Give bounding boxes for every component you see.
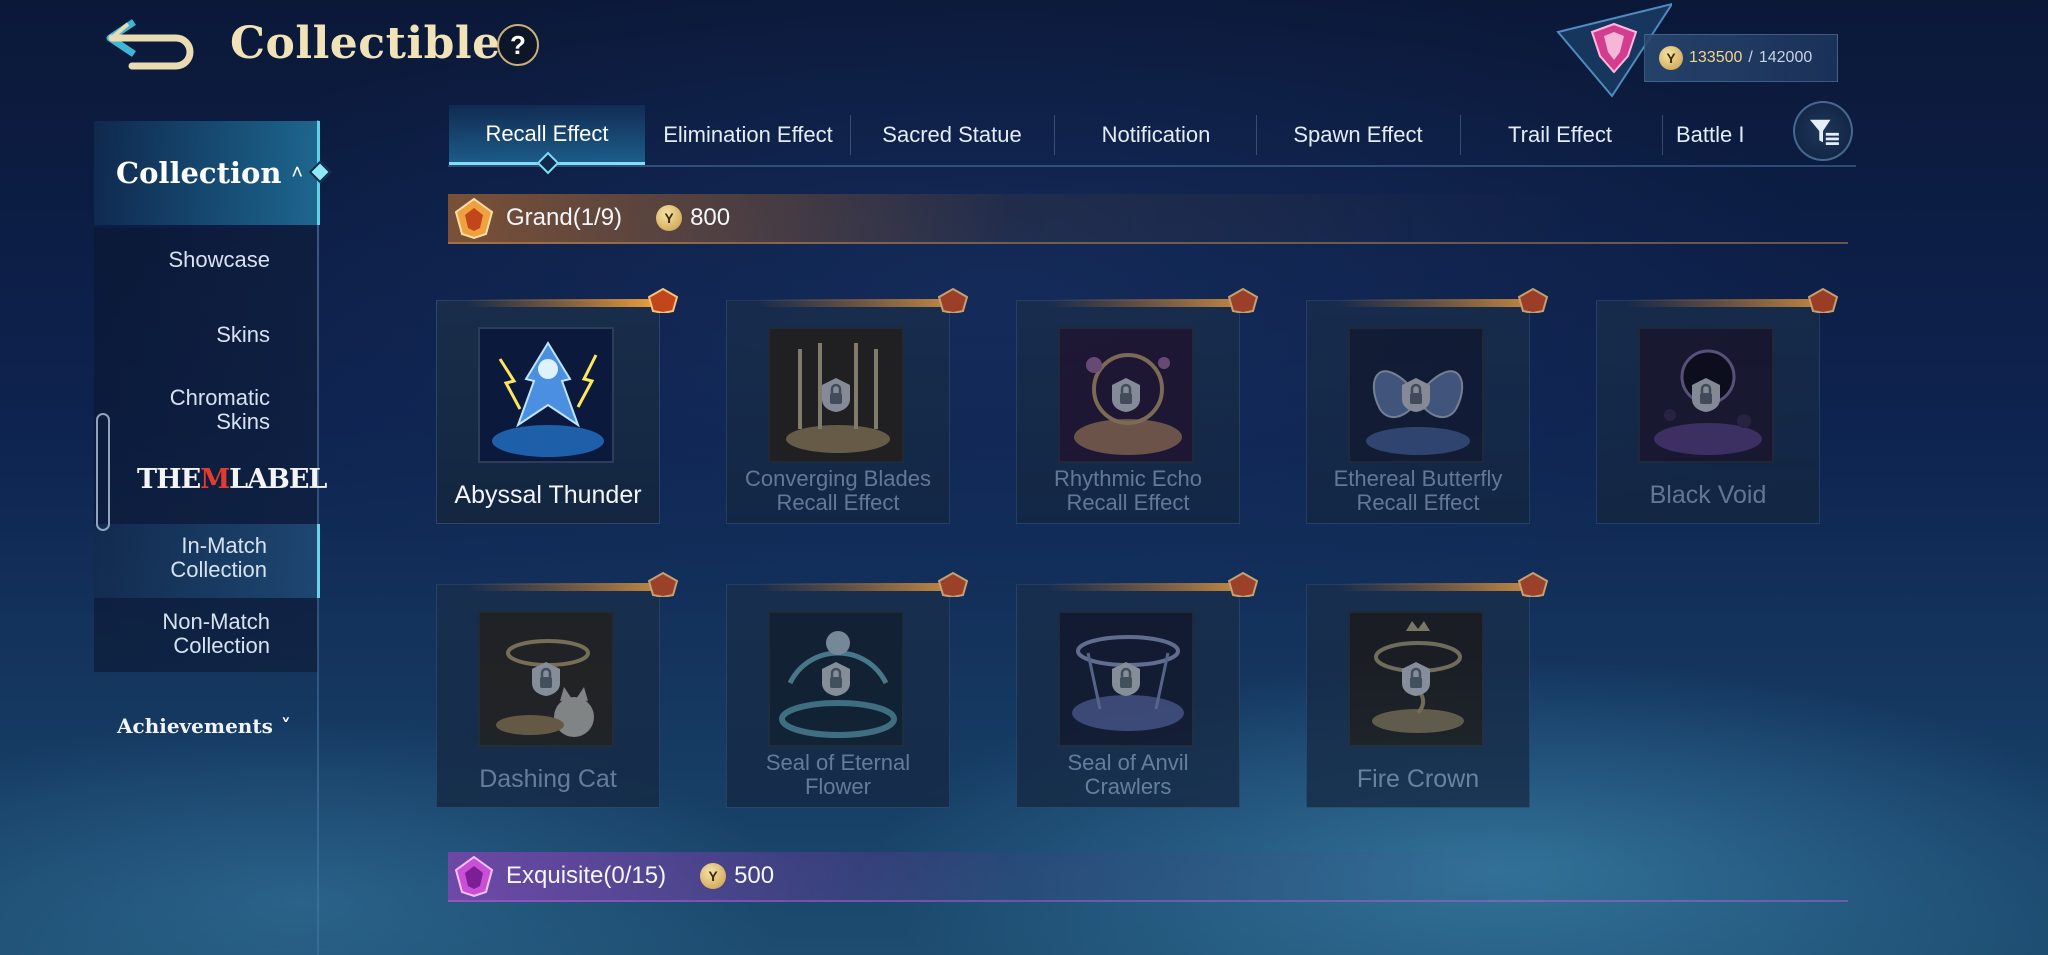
collectible-card[interactable]: Rhythmic Echo Recall Effect xyxy=(1016,287,1259,524)
effect-thumbnail xyxy=(1348,327,1484,463)
collectible-name: Rhythmic Echo Recall Effect xyxy=(1054,466,1202,515)
grand-ribbon-icon xyxy=(1337,571,1549,597)
chevron-down-icon: ˅ xyxy=(280,714,291,738)
collectible-name: Ethereal Butterfly Recall Effect xyxy=(1333,466,1503,515)
grand-ribbon-icon xyxy=(467,571,679,597)
collectible-card[interactable]: Converging Blades Recall Effect xyxy=(726,287,969,524)
sidebar-item-skins[interactable]: Skins xyxy=(216,323,270,347)
lock-icon xyxy=(1402,662,1430,696)
collectible-name: Seal of Eternal Flower xyxy=(765,750,911,799)
lock-icon xyxy=(1112,378,1140,412)
lock-icon xyxy=(532,662,560,696)
coin-icon xyxy=(656,205,683,231)
tab-battle[interactable]: Battle I xyxy=(1664,105,1774,165)
tab-recall-effect[interactable]: Recall Effect xyxy=(449,105,645,165)
collectible-name: Seal of Anvil Crawlers xyxy=(1067,750,1189,799)
filter-icon[interactable] xyxy=(1793,101,1853,161)
sidebar-collection-header[interactable]: Collection ˄ xyxy=(94,121,332,225)
category-tab-bar: Recall Effect Elimination Effect Sacred … xyxy=(448,105,1856,167)
collectible-name: Dashing Cat xyxy=(479,765,617,793)
achievements-label: Achievements xyxy=(117,714,273,738)
coin-icon xyxy=(700,863,727,889)
collectible-card[interactable]: Dashing Cat xyxy=(436,571,679,808)
exquisite-label: Exquisite(0/15) xyxy=(506,862,667,889)
grand-ribbon-icon xyxy=(1337,287,1549,313)
lock-icon xyxy=(822,662,850,696)
sidebar-item-chromatic-skins[interactable]: Chromatic Skins xyxy=(130,386,270,434)
exquisite-price: 500 xyxy=(700,862,774,890)
collectible-card[interactable]: Seal of Eternal Flower xyxy=(726,571,969,808)
logo-m: M xyxy=(200,464,230,495)
collectible-name: Black Void xyxy=(1649,481,1767,509)
sidebar-panel xyxy=(94,228,318,672)
tab-divider xyxy=(1256,115,1257,155)
exquisite-tier-icon xyxy=(454,855,494,898)
collectible-card[interactable]: Black Void xyxy=(1596,287,1839,524)
collectible-card[interactable]: Fire Crown xyxy=(1306,571,1549,808)
tab-divider xyxy=(1662,115,1663,155)
lock-icon xyxy=(1692,378,1720,412)
effect-thumbnail xyxy=(1058,327,1194,463)
lock-icon xyxy=(822,378,850,412)
grand-ribbon-icon xyxy=(1047,287,1259,313)
collectible-name: Converging Blades Recall Effect xyxy=(745,466,931,515)
grand-ribbon-icon xyxy=(757,287,969,313)
sidebar-achievements[interactable]: Achievements ˅ xyxy=(117,714,291,738)
section-header-exquisite: Exquisite(0/15) 500 xyxy=(448,852,1848,902)
collectible-card[interactable]: Ethereal Butterfly Recall Effect xyxy=(1306,287,1549,524)
lock-icon xyxy=(1112,662,1140,696)
tab-notification[interactable]: Notification xyxy=(1056,105,1256,165)
effect-thumbnail xyxy=(478,611,614,747)
collectible-name: Abyssal Thunder xyxy=(454,481,642,509)
selection-diamond-icon xyxy=(308,160,332,184)
logo-the: THE xyxy=(137,464,201,495)
back-arrow-icon[interactable] xyxy=(104,14,204,70)
collectible-name: Fire Crown xyxy=(1356,765,1480,793)
section-header-grand: Grand(1/9) 800 xyxy=(448,194,1848,244)
grand-ribbon-icon xyxy=(1627,287,1839,313)
lock-icon xyxy=(1402,378,1430,412)
effect-thumbnail xyxy=(1058,611,1194,747)
sidebar-scrollbar[interactable] xyxy=(96,413,110,531)
chevron-up-icon: ˄ xyxy=(291,161,304,184)
grand-tier-icon xyxy=(454,197,494,240)
exquisite-price-value: 500 xyxy=(734,862,775,889)
grand-ribbon-icon xyxy=(467,287,679,313)
collectible-card[interactable]: Abyssal Thunder xyxy=(436,287,679,524)
tab-elimination-effect[interactable]: Elimination Effect xyxy=(648,105,848,165)
tab-sacred-statue[interactable]: Sacred Statue xyxy=(852,105,1052,165)
tab-trail-effect[interactable]: Trail Effect xyxy=(1460,105,1660,165)
tab-divider xyxy=(850,115,851,155)
effect-thumbnail xyxy=(1348,611,1484,747)
grand-ribbon-icon xyxy=(757,571,969,597)
grand-price: 800 xyxy=(656,204,730,232)
sidebar-item-non-match-collection[interactable]: Non-Match Collection xyxy=(130,610,270,658)
sidebar-item-in-match-collection[interactable]: In-Match Collection xyxy=(94,524,320,598)
grand-ribbon-icon xyxy=(1047,571,1259,597)
grand-label: Grand(1/9) xyxy=(506,204,623,231)
help-button[interactable]: ? xyxy=(497,24,539,66)
collectible-card[interactable]: Seal of Anvil Crawlers xyxy=(1016,571,1259,808)
effect-thumbnail xyxy=(1638,327,1774,463)
sidebar-item-showcase[interactable]: Showcase xyxy=(168,248,270,272)
currency-counter: 133500 / 142000 xyxy=(1644,34,1838,82)
currency-separator: / xyxy=(1748,49,1753,66)
coin-icon xyxy=(1659,46,1683,70)
the-m-label-logo: THEMLABEL xyxy=(137,464,327,495)
grand-price-value: 800 xyxy=(690,204,731,231)
effect-thumbnail xyxy=(768,327,904,463)
tab-spawn-effect[interactable]: Spawn Effect xyxy=(1258,105,1458,165)
currency-max: 142000 xyxy=(1758,49,1813,66)
effect-thumbnail xyxy=(768,611,904,747)
logo-label: LABEL xyxy=(229,464,327,495)
collection-label: Collection xyxy=(116,156,282,190)
currency-current: 133500 xyxy=(1689,49,1743,66)
effect-thumbnail xyxy=(478,327,614,463)
tab-divider xyxy=(1054,115,1055,155)
page-title: Collectible xyxy=(230,18,501,69)
